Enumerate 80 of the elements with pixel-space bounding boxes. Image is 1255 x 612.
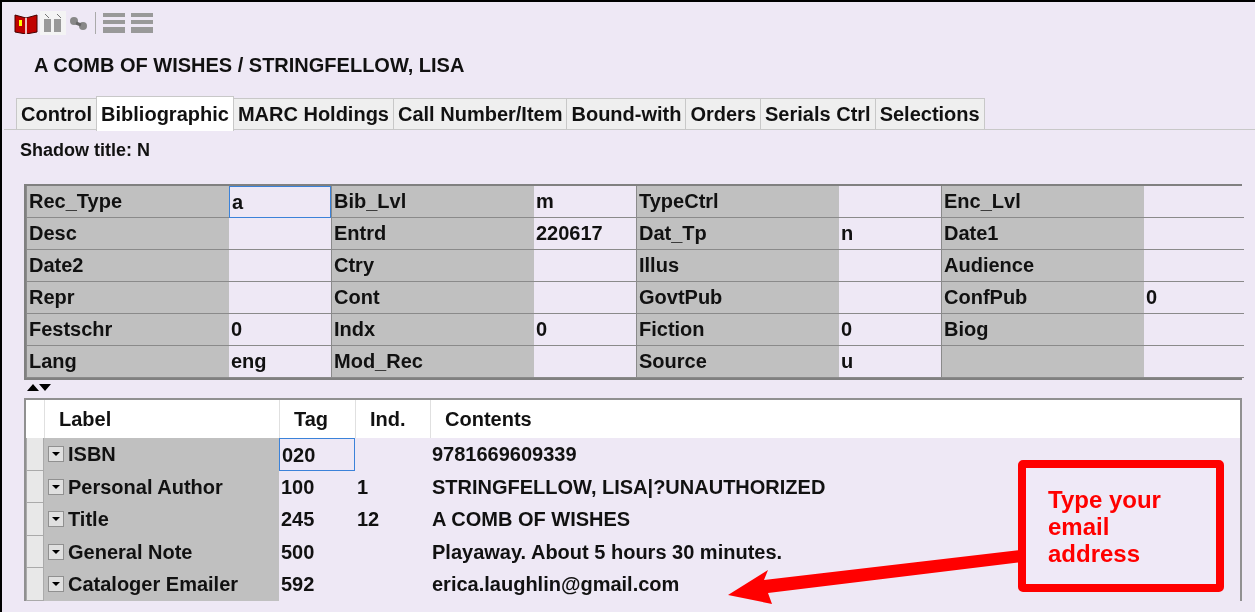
field-label: ConfPub — [941, 282, 1144, 314]
tab[interactable]: Bibliographic — [96, 96, 234, 131]
grid-icon[interactable] — [101, 11, 155, 35]
shadow-title: Shadow title: N — [20, 140, 151, 162]
field-value[interactable] — [1144, 346, 1244, 378]
field-label: Fiction — [636, 314, 839, 346]
field-label: Cataloger Emailer — [68, 572, 239, 598]
field-value[interactable] — [1144, 250, 1244, 282]
label-cell[interactable]: ISBN — [44, 438, 279, 471]
field-label: Entrd — [331, 218, 534, 250]
label-cell[interactable]: General Note — [44, 535, 279, 568]
tag-cell[interactable]: 245 — [279, 503, 355, 536]
tag-cell[interactable]: 592 — [279, 568, 355, 601]
row-handle[interactable] — [26, 503, 44, 536]
field-label: Audience — [941, 250, 1144, 282]
dropdown-icon[interactable] — [48, 543, 64, 560]
field-label: Repr — [26, 282, 229, 314]
field-label: Cont — [331, 282, 534, 314]
contents-cell[interactable]: STRINGFELLOW, LISA|?UNAUTHORIZED — [432, 475, 826, 498]
field-label: Dat_Tp — [636, 218, 839, 250]
column-header[interactable]: Label — [44, 400, 279, 438]
tag-cell[interactable]: 500 — [279, 535, 355, 568]
label-cell[interactable]: Personal Author — [44, 470, 279, 503]
tab[interactable]: Call Number/Item — [393, 98, 568, 129]
label-cell[interactable]: Title — [44, 503, 279, 536]
ind-cell[interactable]: 1 — [357, 475, 369, 498]
tab[interactable]: Orders — [685, 98, 762, 129]
field-label: Lang — [26, 346, 229, 378]
tag-cell[interactable]: 020 — [279, 438, 355, 471]
field-label: Illus — [636, 250, 839, 282]
book-icon[interactable] — [14, 12, 38, 34]
field-label: Date2 — [26, 250, 229, 282]
field-label: Source — [636, 346, 839, 378]
field-value[interactable]: 0 — [1144, 282, 1244, 314]
row-handle[interactable] — [26, 438, 44, 471]
field-label: ISBN — [68, 442, 116, 468]
field-label: Festschr — [26, 314, 229, 346]
dropdown-icon[interactable] — [48, 511, 64, 528]
field-value[interactable]: a — [229, 186, 331, 218]
field-label: Date1 — [941, 218, 1144, 250]
column-header[interactable]: Ind. — [355, 400, 430, 438]
contents-cell[interactable]: erica.laughlin@gmail.com — [432, 573, 680, 595]
header-corner — [26, 400, 44, 438]
column-header[interactable]: Contents — [430, 400, 1240, 438]
contents-cell[interactable]: Playaway. About 5 hours 30 minutes. — [432, 540, 783, 563]
dropdown-icon[interactable] — [48, 576, 64, 593]
field-value[interactable] — [1144, 186, 1244, 218]
field-label: Enc_Lvl — [941, 186, 1144, 218]
tab[interactable]: Control — [16, 98, 98, 129]
tag-cell[interactable]: 100 — [279, 470, 355, 503]
field-label: Biog — [941, 314, 1144, 346]
field-label: Ctry — [331, 250, 534, 282]
ind-cell[interactable]: 12 — [357, 508, 380, 530]
tab[interactable]: Serials Ctrl — [760, 98, 876, 129]
field-label: GovtPub — [636, 282, 839, 314]
dropdown-icon[interactable] — [48, 478, 64, 495]
field-label: Title — [68, 507, 109, 533]
row-handle[interactable] — [26, 535, 44, 568]
field-label: Rec_Type — [26, 186, 229, 218]
field-label: TypeCtrl — [636, 186, 839, 218]
label-cell[interactable]: Cataloger Emailer — [44, 568, 279, 601]
row-handle[interactable] — [26, 470, 44, 503]
column-header[interactable]: Tag — [279, 400, 355, 438]
row-handle[interactable] — [26, 568, 44, 601]
field-label: Indx — [331, 314, 534, 346]
field-value[interactable] — [1144, 314, 1244, 346]
tab[interactable]: Selections — [874, 98, 985, 129]
contents-cell[interactable]: 9781669609339 — [432, 443, 577, 465]
dropdown-icon[interactable] — [48, 446, 64, 463]
field-label: Mod_Rec — [331, 346, 534, 378]
field-label: General Note — [68, 539, 193, 565]
field-label: Personal Author — [68, 474, 223, 500]
field-value[interactable] — [1144, 218, 1244, 250]
field-label: Desc — [26, 218, 229, 250]
tab[interactable]: Bound-with — [566, 98, 687, 129]
contents-cell[interactable]: A COMB OF WISHES — [432, 508, 631, 530]
callout-note: Type your email address — [1018, 460, 1224, 592]
record-title: A COMB OF WISHES / STRINGFELLOW, LISA — [33, 53, 466, 78]
field-label: Bib_Lvl — [331, 186, 534, 218]
tab[interactable]: MARC Holdings — [232, 98, 394, 129]
